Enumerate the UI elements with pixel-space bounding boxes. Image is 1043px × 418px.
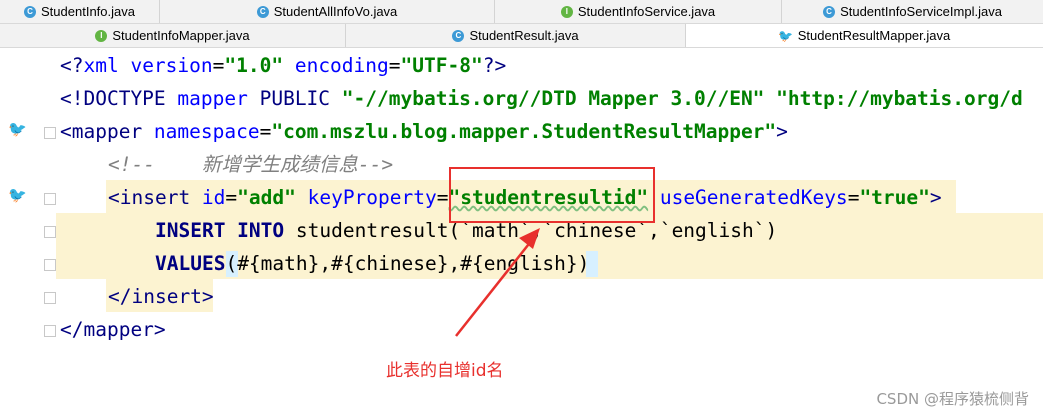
annotation-arrow [455, 228, 540, 337]
annotation-label: 此表的自增id名 [386, 361, 504, 381]
watermark: CSDN @程序猿梳侧背 [876, 390, 1029, 408]
